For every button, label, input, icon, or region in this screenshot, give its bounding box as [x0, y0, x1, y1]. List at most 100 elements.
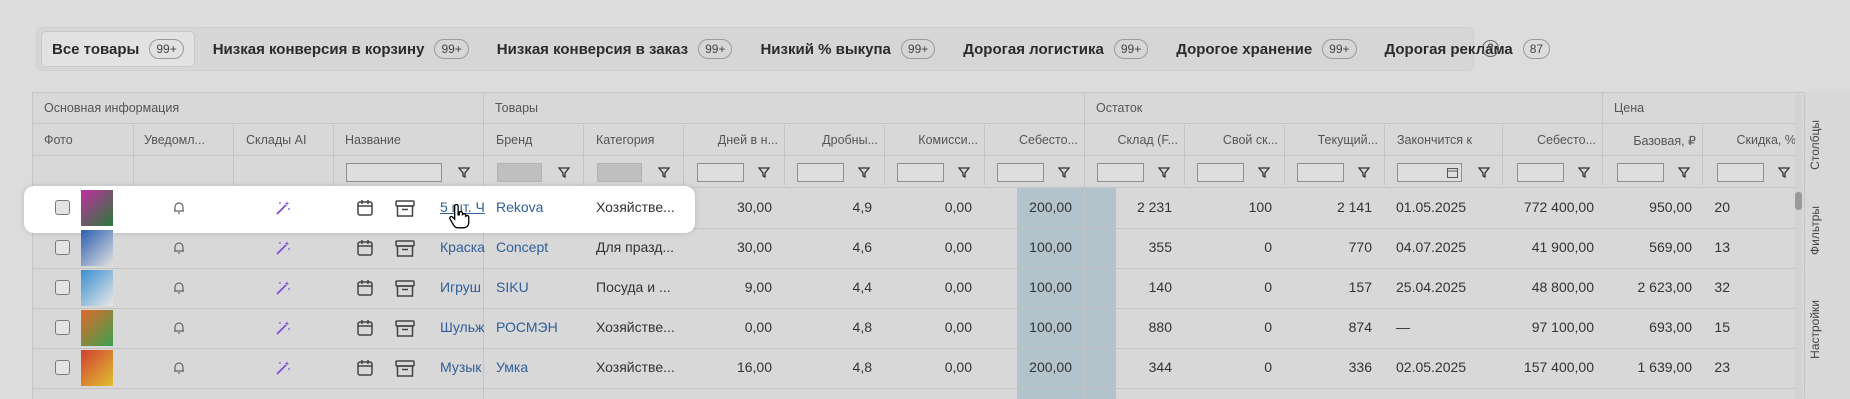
product-thumbnail[interactable]	[81, 190, 113, 226]
vertical-scrollbar[interactable]	[1794, 94, 1803, 399]
bell-icon[interactable]	[172, 241, 186, 255]
col-discount[interactable]: Скидка, %	[1706, 133, 1796, 147]
col-name[interactable]: Название	[345, 133, 475, 147]
warehouse-filter-input[interactable]	[1097, 163, 1144, 182]
col-fraction[interactable]: Дробны...	[788, 133, 878, 147]
filter-funnel-icon[interactable]	[1678, 167, 1690, 178]
col-warehouse[interactable]: Склад (F...	[1088, 133, 1178, 147]
col-photo[interactable]: Фото	[44, 133, 129, 147]
col-days[interactable]: Дней в н...	[688, 133, 778, 147]
cell-brand[interactable]: РОСМЭН	[496, 319, 586, 335]
filter-funnel-icon[interactable]	[758, 167, 770, 178]
col-base-price[interactable]: Базовая, ₽	[1606, 133, 1696, 148]
row-checkbox[interactable]	[55, 320, 70, 335]
cell-name[interactable]: Музык	[440, 359, 490, 375]
col-own-stock[interactable]: Свой ск...	[1188, 133, 1278, 147]
cell-name[interactable]: Краска	[440, 239, 490, 255]
archive-box-icon[interactable]	[395, 279, 415, 297]
cell-brand[interactable]: SIKU	[496, 279, 586, 295]
magic-wand-icon[interactable]	[275, 360, 291, 376]
archive-box-icon[interactable]	[395, 319, 415, 337]
cell-brand[interactable]: Rekova	[496, 199, 586, 215]
tab-low-buyout[interactable]: Низкий % выкупа 99+	[750, 31, 945, 67]
side-tab-filters[interactable]: Фильтры	[1808, 206, 1822, 255]
cell-name[interactable]: Игруш	[440, 279, 490, 295]
cell-brand[interactable]: Concept	[496, 239, 586, 255]
name-filter-input[interactable]	[346, 163, 442, 182]
filter-funnel-icon[interactable]	[858, 167, 870, 178]
archive-box-icon[interactable]	[395, 239, 415, 257]
base-filter-input[interactable]	[1617, 163, 1664, 182]
archive-box-icon[interactable]	[395, 359, 415, 377]
bell-icon[interactable]	[172, 281, 186, 295]
col-brand[interactable]: Бренд	[496, 133, 581, 147]
bell-icon[interactable]	[172, 201, 186, 215]
commission-filter-input[interactable]	[897, 163, 944, 182]
col-cost[interactable]: Себесто...	[988, 133, 1078, 147]
current-filter-input[interactable]	[1297, 163, 1344, 182]
col-ends-by[interactable]: Закончится к	[1397, 133, 1497, 147]
col-cost-2[interactable]: Себесто...	[1506, 133, 1596, 147]
row-checkbox[interactable]	[55, 240, 70, 255]
tab-all-goods[interactable]: Все товары 99+	[41, 31, 195, 67]
magic-wand-icon[interactable]	[275, 240, 291, 256]
col-category[interactable]: Категория	[596, 133, 681, 147]
magic-wand-icon[interactable]	[275, 320, 291, 336]
filter-funnel-icon[interactable]	[1358, 167, 1370, 178]
product-thumbnail[interactable]	[81, 230, 113, 266]
product-thumbnail[interactable]	[81, 270, 113, 306]
tab-low-order-conversion[interactable]: Низкая конверсия в заказ 99+	[487, 31, 743, 67]
bell-icon[interactable]	[172, 321, 186, 335]
row-checkbox[interactable]	[55, 200, 70, 215]
filter-funnel-icon[interactable]	[1258, 167, 1270, 178]
col-current[interactable]: Текущий...	[1288, 133, 1378, 147]
product-thumbnail[interactable]	[81, 310, 113, 346]
magic-wand-icon[interactable]	[275, 200, 291, 216]
product-thumbnail[interactable]	[81, 350, 113, 386]
cell-commission: 0,00	[944, 359, 972, 375]
filter-funnel-icon[interactable]	[558, 167, 570, 178]
count-badge: 99+	[434, 39, 469, 59]
calendar-icon[interactable]	[356, 359, 374, 377]
calendar-icon[interactable]	[356, 199, 374, 217]
side-tab-settings[interactable]: Настройки	[1808, 300, 1822, 359]
filter-funnel-icon[interactable]	[1158, 167, 1170, 178]
calendar-icon[interactable]	[1447, 167, 1458, 178]
filter-funnel-icon[interactable]	[658, 167, 670, 178]
calendar-icon[interactable]	[356, 279, 374, 297]
filter-funnel-icon[interactable]	[1578, 167, 1590, 178]
cell-own: 0	[1264, 279, 1272, 295]
cell-brand[interactable]: Умка	[496, 359, 586, 375]
bell-icon[interactable]	[172, 361, 186, 375]
tab-low-cart-conversion[interactable]: Низкая конверсия в корзину 99+	[203, 31, 479, 67]
category-filter-input[interactable]	[597, 163, 642, 182]
filter-funnel-icon[interactable]	[958, 167, 970, 178]
filter-funnel-icon[interactable]	[1478, 167, 1490, 178]
cell-base: 569,00	[1649, 239, 1692, 255]
tab-expensive-logistics[interactable]: Дорогая логистика 99+	[953, 31, 1158, 67]
cell-name[interactable]: Шульж	[440, 319, 490, 335]
tab-expensive-ads[interactable]: Дорогая реклама 87	[1375, 31, 1561, 67]
row-checkbox[interactable]	[55, 280, 70, 295]
filter-funnel-icon[interactable]	[458, 167, 470, 178]
fraction-filter-input[interactable]	[797, 163, 844, 182]
col-notifications[interactable]: Уведомл...	[144, 133, 229, 147]
brand-filter-input[interactable]	[497, 163, 542, 182]
row-checkbox[interactable]	[55, 360, 70, 375]
discount-filter-input[interactable]	[1717, 163, 1764, 182]
help-icon[interactable]: ?	[1482, 40, 1499, 57]
col-commission[interactable]: Комисси...	[888, 133, 978, 147]
filter-funnel-icon[interactable]	[1058, 167, 1070, 178]
days-filter-input[interactable]	[697, 163, 744, 182]
magic-wand-icon[interactable]	[275, 280, 291, 296]
tab-expensive-storage[interactable]: Дорогое хранение 99+	[1166, 31, 1366, 67]
side-tab-columns[interactable]: Столбцы	[1808, 120, 1822, 170]
col-ai-warehouses[interactable]: Склады AI	[246, 133, 331, 147]
calendar-icon[interactable]	[356, 319, 374, 337]
cost2-filter-input[interactable]	[1517, 163, 1564, 182]
cost-filter-input[interactable]	[997, 163, 1044, 182]
calendar-icon[interactable]	[356, 239, 374, 257]
archive-box-icon[interactable]	[395, 199, 415, 217]
filter-funnel-icon[interactable]	[1778, 167, 1790, 178]
own-filter-input[interactable]	[1197, 163, 1244, 182]
